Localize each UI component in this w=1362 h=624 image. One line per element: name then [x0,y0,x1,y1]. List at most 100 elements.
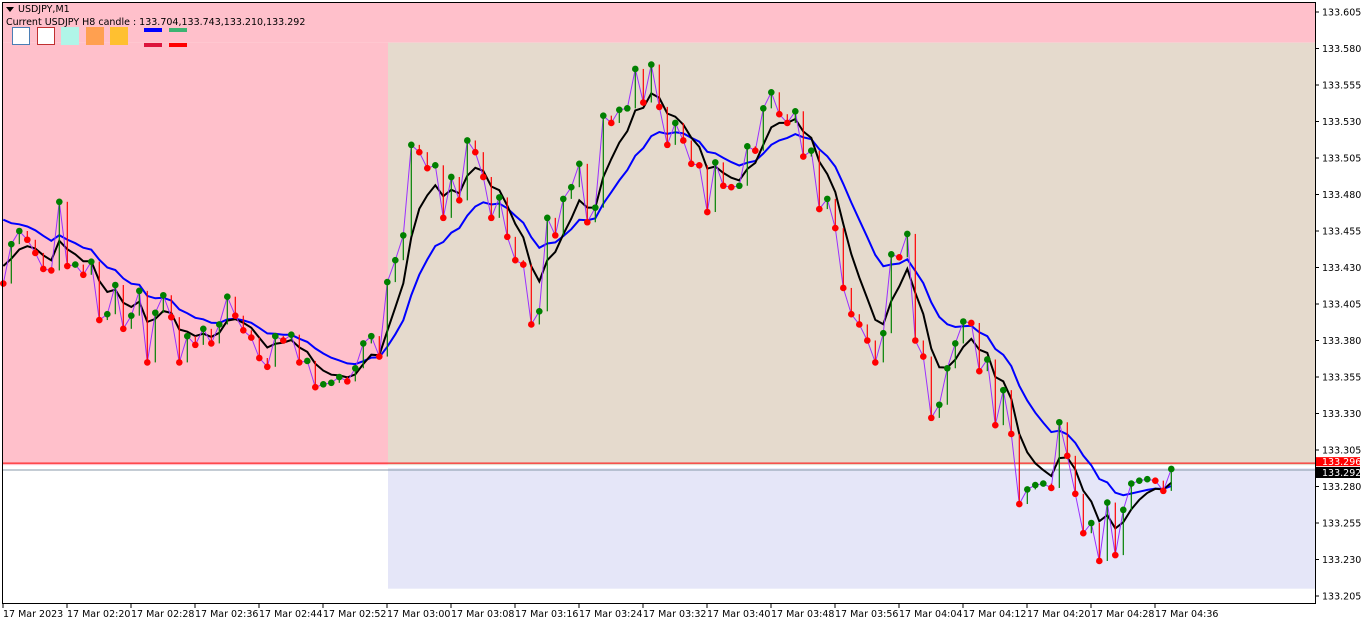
down-close-dot [656,103,663,111]
up-close-dot [1056,418,1063,426]
x-tick-label: 17 Mar 2023 [3,609,63,620]
down-close-dot [928,414,935,422]
down-close-dot [40,265,47,273]
up-close-dot [408,141,415,149]
red-line-price-label: 133.296 [1322,457,1361,468]
up-close-dot [128,312,135,319]
y-tick-label: 133.355 [1322,373,1361,384]
down-close-dot [912,337,919,344]
collapse-triangle-icon[interactable] [6,7,14,12]
up-close-dot [536,308,543,315]
x-tick-label: 17 Mar 03:16 [515,609,578,620]
up-close-dot [568,183,575,191]
down-close-dot [1072,490,1079,498]
up-close-dot [8,240,15,248]
y-tick-label: 133.205 [1322,592,1361,603]
up-close-dot [360,340,367,347]
down-close-dot [416,148,423,156]
up-close-dot [1000,386,1007,394]
down-close-dot [896,253,903,261]
down-close-dot [48,267,55,274]
down-close-dot [472,148,479,156]
y-tick-label: 133.480 [1322,190,1361,201]
down-close-dot [584,218,591,226]
up-close-dot [1120,506,1127,514]
up-close-dot [880,329,887,337]
down-close-dot [144,359,151,366]
x-tick-label: 17 Mar 02:36 [195,609,258,620]
down-close-dot [248,334,255,341]
up-close-dot [184,332,191,340]
up-close-dot [600,112,607,119]
y-tick-label: 133.405 [1322,300,1361,311]
up-close-dot [576,160,583,168]
down-close-dot [120,325,127,333]
up-close-dot [152,309,159,317]
legend-line-swatch [144,28,162,32]
x-tick-label: 17 Mar 02:44 [259,609,322,620]
down-close-dot [688,160,695,168]
down-close-dot [80,271,87,279]
up-close-dot [200,325,207,333]
down-close-dot [920,353,927,360]
up-close-dot [824,195,831,203]
legend-swatch [36,27,55,45]
up-close-dot [744,143,751,150]
down-close-dot [232,312,239,319]
up-close-dot [1040,480,1047,487]
y-tick-label: 133.330 [1322,409,1361,420]
down-close-dot [840,284,847,292]
down-close-dot [512,256,519,264]
down-close-dot [240,326,247,334]
up-close-dot [760,105,767,112]
down-close-dot [976,367,983,375]
chart-legend: USDJPY,M1 Current USDJPY H8 candle : 133… [6,3,305,29]
up-close-dot [15,227,23,235]
up-close-dot [288,331,295,338]
down-close-dot [488,214,495,222]
legend-swatch [61,27,79,45]
up-close-dot [560,195,567,203]
up-close-dot [328,379,335,387]
up-close-dot [952,340,959,347]
x-tick-label: 17 Mar 03:48 [771,609,834,620]
down-close-dot [800,153,807,160]
price-chart[interactable]: 133.605 133.580 133.555 133.530 133.505 133.4… [0,0,1362,624]
x-tick-label: 17 Mar 03:56 [835,609,898,620]
price-axis[interactable]: 133.605 133.580 133.555 133.530 133.505 133.4… [1315,8,1361,603]
x-tick-label: 17 Mar 02:28 [131,609,194,620]
y-tick-label: 133.505 [1322,154,1361,165]
up-close-dot [216,321,223,328]
down-close-dot [504,233,511,241]
bid-price-label: 133.292 [1322,468,1361,479]
y-tick-label: 133.555 [1322,81,1361,92]
y-tick-label: 133.430 [1322,263,1361,274]
up-close-dot [336,373,343,381]
down-close-dot [32,249,39,257]
down-close-dot [520,261,527,268]
x-tick-label: 17 Mar 03:40 [707,609,770,620]
down-close-dot [344,378,351,385]
down-close-dot [1048,484,1055,492]
down-close-dot [752,147,759,154]
up-close-dot [592,204,599,211]
lower-zone [388,468,1315,589]
up-close-dot [496,194,503,201]
up-close-dot [624,105,631,112]
down-close-dot [968,319,975,327]
y-tick-label: 133.255 [1322,519,1361,530]
up-close-dot [544,214,551,222]
price-labels: 133.296133.292 [1316,457,1361,479]
up-close-dot [936,401,943,409]
time-axis[interactable]: 17 Mar 2023 17 Mar 02:20 17 Mar 02:28 17 Ma… [2,603,1218,620]
down-close-dot [24,236,31,244]
down-close-dot [728,183,735,191]
y-tick-label: 133.580 [1322,44,1361,55]
up-close-dot [736,182,743,190]
down-close-dot [864,337,871,344]
up-close-dot [104,310,111,318]
x-tick-label: 17 Mar 03:08 [451,609,514,620]
up-close-dot [464,137,471,144]
up-close-dot [72,261,79,268]
x-tick-label: 17 Mar 03:00 [387,609,450,620]
